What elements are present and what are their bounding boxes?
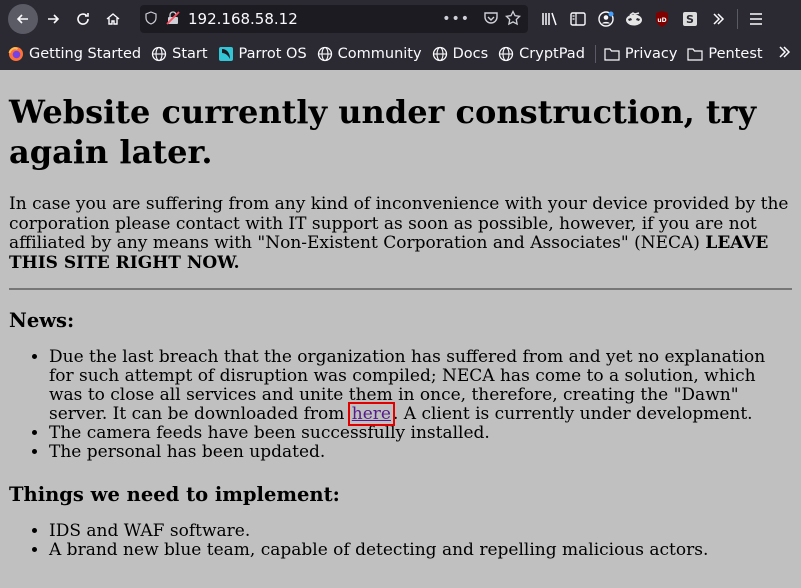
news-item-text: . A client is currently under developmen… [392, 404, 753, 424]
bookmark-label: CryptPad [519, 45, 585, 62]
home-button[interactable] [98, 4, 128, 34]
reload-icon [77, 12, 89, 25]
globe-icon [432, 46, 448, 62]
arrow-left-icon [16, 13, 28, 24]
pocket-icon[interactable] [480, 11, 502, 28]
download-link[interactable]: here [347, 402, 395, 426]
news-heading: News: [9, 309, 75, 332]
parrot-os-icon [218, 46, 234, 62]
list-item: The personal has been updated. [49, 443, 792, 462]
bookmark-getting-started[interactable]: Getting Started [8, 46, 141, 62]
intro-text: In case you are suffering from any kind … [9, 194, 789, 253]
toolbar-right: uD S [536, 4, 770, 34]
sidebar-icon[interactable] [564, 4, 592, 34]
bookmark-folder-pentest[interactable]: Pentest [687, 45, 763, 62]
account-icon[interactable] [592, 4, 620, 34]
globe-icon [498, 46, 514, 62]
list-item: IDS and WAF software. [49, 522, 792, 541]
list-item: The camera feeds have been successfully … [49, 424, 792, 443]
firefox-icon [8, 46, 24, 62]
bookmark-docs[interactable]: Docs [432, 45, 489, 62]
back-button[interactable] [8, 3, 38, 34]
bookmark-start[interactable]: Start [151, 45, 208, 62]
intro-paragraph: In case you are suffering from any kind … [9, 194, 792, 273]
home-icon [106, 12, 120, 25]
arrow-right-icon [48, 13, 60, 24]
divider [9, 288, 792, 290]
globe-icon [317, 46, 333, 62]
svg-text:S: S [686, 13, 694, 26]
bookmark-star-icon[interactable] [502, 9, 524, 29]
bookmarks-overflow-icon[interactable] [777, 44, 791, 63]
bookmark-parrot-os[interactable]: Parrot OS [218, 46, 307, 62]
bookmark-label: Start [172, 45, 208, 62]
news-list: Due the last breach that the organizatio… [9, 348, 792, 462]
bookmark-separator [594, 44, 596, 63]
address-bar[interactable]: 192.168.58.12 ••• [140, 5, 528, 33]
overflow-chevron-icon[interactable] [704, 4, 732, 34]
needs-heading: Things we need to implement: [9, 483, 340, 506]
hamburger-menu-icon[interactable] [742, 4, 770, 34]
folder-icon [604, 46, 620, 62]
page-heading: Website currently under construction, tr… [9, 93, 757, 171]
browser-chrome: 192.168.58.12 ••• uD S Getting Started S… [0, 0, 801, 70]
separator [732, 4, 742, 34]
library-icon[interactable] [536, 4, 564, 34]
reload-button[interactable] [68, 4, 98, 34]
list-item: A brand new blue team, capable of detect… [49, 541, 792, 560]
bookmark-cryptpad[interactable]: CryptPad [498, 46, 585, 62]
page-actions-icon[interactable]: ••• [442, 11, 470, 27]
shield-icon[interactable] [140, 10, 162, 28]
bookmark-label: Community [337, 45, 422, 62]
page-content: Website currently under construction, tr… [0, 92, 801, 560]
ublock-origin-icon[interactable]: uD [648, 4, 676, 34]
needs-list: IDS and WAF software. A brand new blue t… [9, 522, 792, 560]
forward-button[interactable] [38, 4, 68, 34]
extension-s-icon[interactable]: S [676, 4, 704, 34]
extension-mask-icon[interactable] [620, 4, 648, 34]
nav-toolbar: 192.168.58.12 ••• uD S [0, 0, 801, 37]
svg-text:uD: uD [657, 17, 666, 24]
bookmarks-toolbar: Getting Started Start Parrot OS Communit… [0, 37, 801, 70]
url-text[interactable]: 192.168.58.12 [188, 10, 442, 28]
bookmark-label: Getting Started [29, 45, 142, 62]
bookmark-label: Docs [452, 45, 489, 62]
insecure-lock-icon[interactable] [162, 10, 184, 28]
bookmark-label: Parrot OS [238, 45, 307, 62]
bookmark-label: Pentest [708, 45, 763, 62]
bookmark-community[interactable]: Community [317, 46, 422, 62]
bookmark-label: Privacy [624, 45, 678, 62]
list-item: Due the last breach that the organizatio… [49, 348, 792, 426]
bookmark-folder-privacy[interactable]: Privacy [604, 45, 678, 62]
folder-icon [687, 46, 704, 62]
globe-icon [151, 46, 167, 62]
